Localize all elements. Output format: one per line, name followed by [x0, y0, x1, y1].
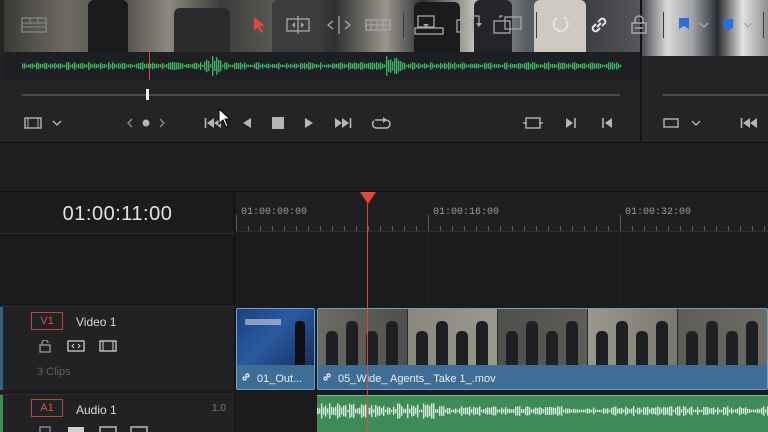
program-transport-icon[interactable] [738, 113, 766, 133]
waveform-graphic [22, 56, 622, 76]
ruler-label-0: 01:00:00:00 [241, 207, 308, 218]
lock-icon[interactable] [37, 339, 53, 353]
solo-icon[interactable] [98, 426, 118, 432]
video-clip-2[interactable]: 05_Wide_ Agents_ Take 1_.mov [317, 308, 768, 390]
audio-waveform [317, 403, 768, 419]
film-icon[interactable] [98, 339, 118, 353]
track-id-v1[interactable]: V1 [31, 312, 63, 330]
loop-icon[interactable] [369, 113, 393, 133]
snapping-icon[interactable] [549, 12, 573, 38]
match-frame-icon[interactable] [521, 113, 545, 133]
track-name-a1[interactable]: Audio 1 [76, 403, 117, 417]
layout-icon[interactable] [20, 12, 48, 38]
source-video-frame [4, 0, 640, 52]
replace-icon[interactable] [492, 12, 524, 38]
link-icon [241, 372, 251, 385]
chevron-down-icon[interactable] [49, 113, 65, 133]
ruler-label-2: 01:00:32:00 [625, 207, 692, 218]
audio-clip[interactable] [317, 395, 768, 432]
mute-icon[interactable] [128, 426, 150, 432]
ruler-label-1: 01:00:16:00 [433, 207, 500, 218]
lock-position-icon[interactable] [627, 12, 651, 38]
source-audio-waveform [4, 52, 640, 80]
video-clip-1[interactable]: 01_Out... [236, 308, 315, 390]
auto-select-icon[interactable] [66, 339, 86, 353]
program-chevron-down-icon[interactable] [688, 113, 704, 133]
play-icon[interactable] [300, 113, 318, 133]
link-icon [322, 372, 332, 385]
program-scrubber-track[interactable] [663, 94, 768, 96]
linked-selection-icon[interactable] [587, 12, 611, 38]
flag-chevron-down-icon[interactable] [697, 12, 711, 38]
selection-arrow-icon[interactable] [249, 12, 269, 38]
next-arrow-icon[interactable] [156, 113, 168, 133]
trim-icon[interactable] [283, 12, 313, 38]
insert-icon[interactable] [413, 12, 445, 38]
marker-chevron-down-icon[interactable] [741, 12, 755, 38]
mouse-cursor-icon [218, 107, 232, 133]
timeline-timecode: 01:00:11:00 [62, 203, 173, 225]
track-id-a1[interactable]: A1 [31, 399, 63, 417]
overwrite-icon[interactable] [455, 12, 483, 38]
source-playhead [149, 52, 150, 80]
empty-track-area [236, 233, 768, 306]
prev-arrow-icon[interactable] [124, 113, 136, 133]
playhead-handle[interactable] [360, 192, 376, 204]
next-edit-icon[interactable] [562, 113, 580, 133]
dot-icon[interactable] [140, 113, 152, 133]
clip-label: 05_Wide_ Agents_ Take 1_.mov [338, 372, 496, 385]
track-name-v1[interactable]: Video 1 [76, 315, 116, 329]
marker-icon[interactable] [719, 12, 737, 38]
flag-icon[interactable] [675, 12, 693, 38]
jump-end-icon[interactable] [331, 113, 355, 133]
clip-label: 01_Out... [257, 372, 303, 385]
program-viewer-mode-icon[interactable] [660, 113, 682, 133]
track-clips-count: 3 Clips [37, 366, 71, 378]
viewer-mode-icon[interactable] [22, 113, 44, 133]
dynamic-trim-icon[interactable] [324, 12, 354, 38]
playhead-line[interactable] [367, 200, 368, 432]
edit-toolbar [0, 142, 768, 192]
prev-edit-icon[interactable] [598, 113, 616, 133]
blade-icon[interactable] [364, 12, 392, 38]
source-scrubber-track[interactable] [22, 94, 620, 96]
play-reverse-icon[interactable] [238, 113, 256, 133]
audio-auto-select-icon[interactable] [66, 426, 86, 432]
source-scrubber-handle[interactable] [146, 89, 149, 100]
track-audio-level: 1.0 [212, 403, 226, 414]
stop-icon[interactable] [269, 113, 287, 133]
audio-lock-icon[interactable] [37, 426, 53, 432]
